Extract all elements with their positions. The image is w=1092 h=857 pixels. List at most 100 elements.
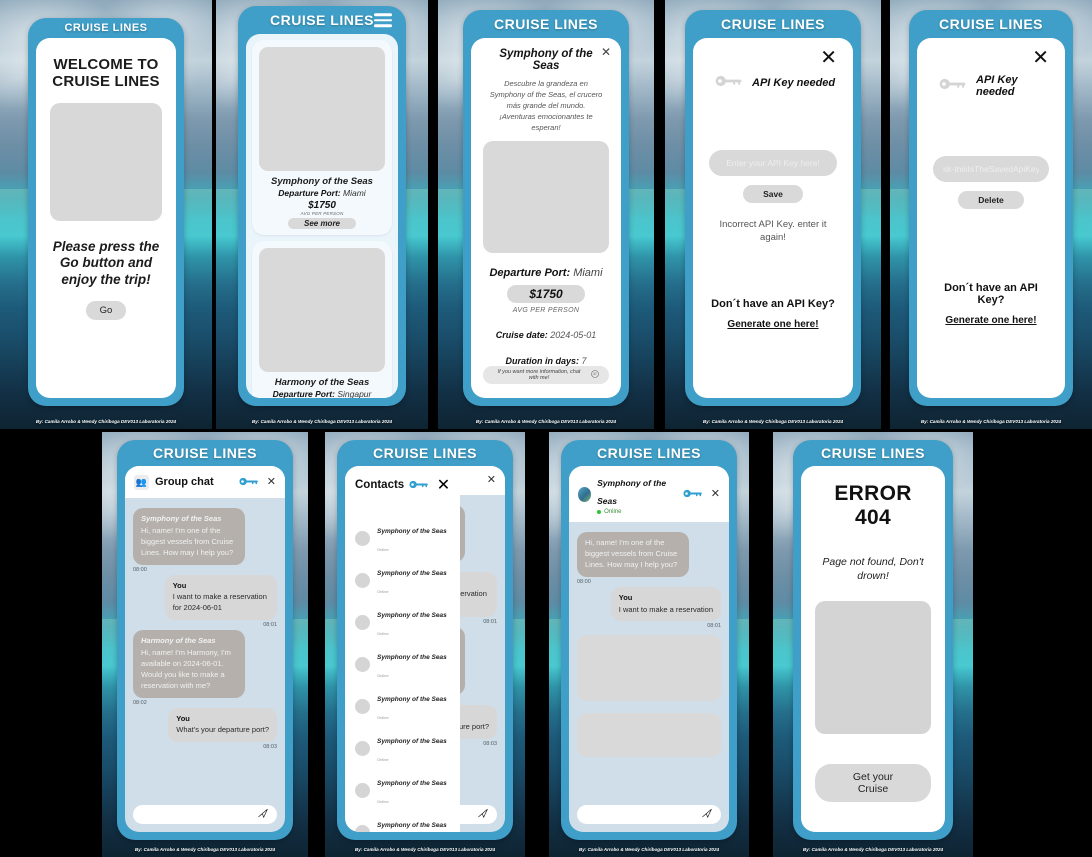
detail-date: Cruise date: 2024-05-01 [496,330,597,340]
delete-button[interactable]: Delete [958,191,1024,209]
message-timestamp: 08:02 [133,699,147,706]
close-icon[interactable]: ✕ [267,476,276,488]
screenshot-board: CRUISE LINES WELCOME TO CRUISE LINES Ple… [0,0,1092,857]
see-more-button[interactable]: See more [287,218,357,229]
frame-welcome: CRUISE LINES WELCOME TO CRUISE LINES Ple… [0,0,212,429]
key-icon[interactable] [683,485,703,503]
avatar [355,782,370,798]
cruise-name: Harmony of the Seas [274,377,370,388]
detail-price: $1750 [507,285,585,303]
apikey-input[interactable] [933,156,1049,182]
cruise-detail-screen: ✕ Symphony of the Seas Descubre la grand… [471,38,621,398]
send-icon[interactable] [258,808,268,821]
message-text: I want to make a reservation for 2024-06… [172,592,267,613]
contacts-list: Symphony of the Seas Online Symphony of t… [345,502,460,832]
message-timestamp: 08:03 [263,744,277,751]
app-title: CRUISE LINES [493,16,598,32]
contact-name: Symphony of the Seas [377,612,447,619]
message-input[interactable] [142,810,258,819]
chat-message: Hi, name! I'm one of the biggest vessels… [577,532,690,577]
message-input[interactable] [586,810,702,819]
app-header: CRUISE LINES [463,10,629,38]
cruise-card[interactable]: Symphony of the Seas Departure Port: Mia… [252,40,392,235]
avatar [355,824,370,832]
page-title: WELCOME TO CRUISE LINES [52,56,160,91]
cruise-price: $1750 [308,200,336,211]
list-item[interactable]: Symphony of the SeasOnline [355,772,450,808]
key-icon[interactable] [239,473,259,491]
chat-title: Symphony of the Seas [597,478,667,506]
close-icon[interactable]: ✕ [711,488,720,500]
online-dot-icon [597,510,602,514]
close-icon[interactable]: ✕ [487,475,496,486]
app-header: CRUISE LINES [793,440,953,466]
send-icon[interactable] [702,808,712,821]
close-icon[interactable]: ✕ [820,48,837,68]
hamburger-menu-icon[interactable] [374,13,392,27]
close-icon[interactable]: ✕ [437,475,450,495]
save-button[interactable]: Save [743,185,803,203]
hero-image-placeholder [50,102,162,221]
generate-key-link[interactable]: Generate one here! [727,319,818,330]
error-message: Page not found, Don't drown! [822,556,924,582]
contact-status: Online [377,547,389,552]
message-timestamp: 08:01 [707,623,721,630]
port-value: Miami [573,267,603,279]
list-item[interactable]: Symphony of the SeasOnline [355,562,450,598]
composer-box[interactable] [133,805,277,824]
chat-cta-label: If you want more information, chat with … [497,369,581,381]
apikey-error-message: Incorrect API Key. enter it again! [719,219,827,243]
apikey-input[interactable] [709,150,837,176]
app-header: CRUISE LINES [28,18,184,38]
message-text: I want to make a reservation [618,604,713,614]
app-header: CRUISE LINES [685,10,861,38]
apikey-screen-saved: ✕ API Key needed Delete [917,38,1065,398]
avatar [355,656,370,672]
generate-key-link[interactable]: Generate one here! [945,315,1036,326]
list-item[interactable]: Symphony of the Seas Online [355,604,450,640]
get-your-cruise-button[interactable]: Get your Cruise [815,764,931,803]
message-placeholder [577,635,721,702]
apikey-question: Don´t have an API Key? [711,298,835,310]
phone-welcome: CRUISE LINES WELCOME TO CRUISE LINES Ple… [28,18,184,406]
contact-name: Symphony of the Seas [377,822,447,829]
list-item[interactable]: Symphony of the SeasOnline [355,730,450,766]
detail-duration: Duration in days: 7 [505,356,586,366]
list-item[interactable]: Symphony of the SeasOnline [355,646,450,682]
welcome-lead-text: Please press the Go button and enjoy the… [52,238,160,288]
message-timestamp: 08:01 [263,622,277,629]
composer-box[interactable] [577,805,721,824]
list-item[interactable]: Symphony of the SeasOnline [355,688,450,724]
cruise-name: Symphony of the Seas [271,176,373,187]
phone-cruise-detail: CRUISE LINES ✕ Symphony of the Seas Desc… [463,10,629,406]
message-timestamp: 08:00 [577,578,591,585]
key-icon[interactable] [409,476,429,494]
port-label: Departure Port: [272,389,335,398]
contact-name: Symphony of the Seas [377,570,447,577]
app-title: CRUISE LINES [64,22,148,34]
port-value: Singapur [337,389,372,398]
go-button[interactable]: Go [85,301,127,321]
close-icon[interactable]: ✕ [601,46,611,58]
chat-message: Symphony of the Seas Hi, name! I'm one o… [133,508,246,565]
port-value: Miami [343,188,366,198]
message-sender: Symphony of the Seas [141,514,222,523]
cruise-card[interactable]: Harmony of the Seas Departure Port: Sing… [252,241,392,398]
list-item[interactable]: Symphony of the SeasOnline [355,520,450,556]
credit-footer: By: Camila Arrobo & Wendy Chiriboga DEV0… [702,419,844,424]
close-icon[interactable]: ✕ [1032,48,1049,68]
status-label: Online [604,509,622,515]
message-composer [125,799,285,832]
frame-single-chat: CRUISE LINES Symphony of the Seas Online [549,432,749,857]
chat-with-me-button[interactable]: If you want more information, chat with … [483,366,609,384]
cruise-thumbnail [259,47,385,171]
contacts-header: Contacts ✕ [345,466,460,502]
contacts-title: Contacts [355,479,405,491]
chat-title: Group chat [155,476,214,488]
chat-message: You I want to make a reservation for 202… [164,574,277,621]
error-code: ERROR 404 [834,482,912,529]
send-icon[interactable] [478,808,488,821]
avatar [355,572,370,588]
list-item[interactable]: Symphony of the SeasOnline [355,814,450,832]
contact-status: Online [377,631,389,636]
